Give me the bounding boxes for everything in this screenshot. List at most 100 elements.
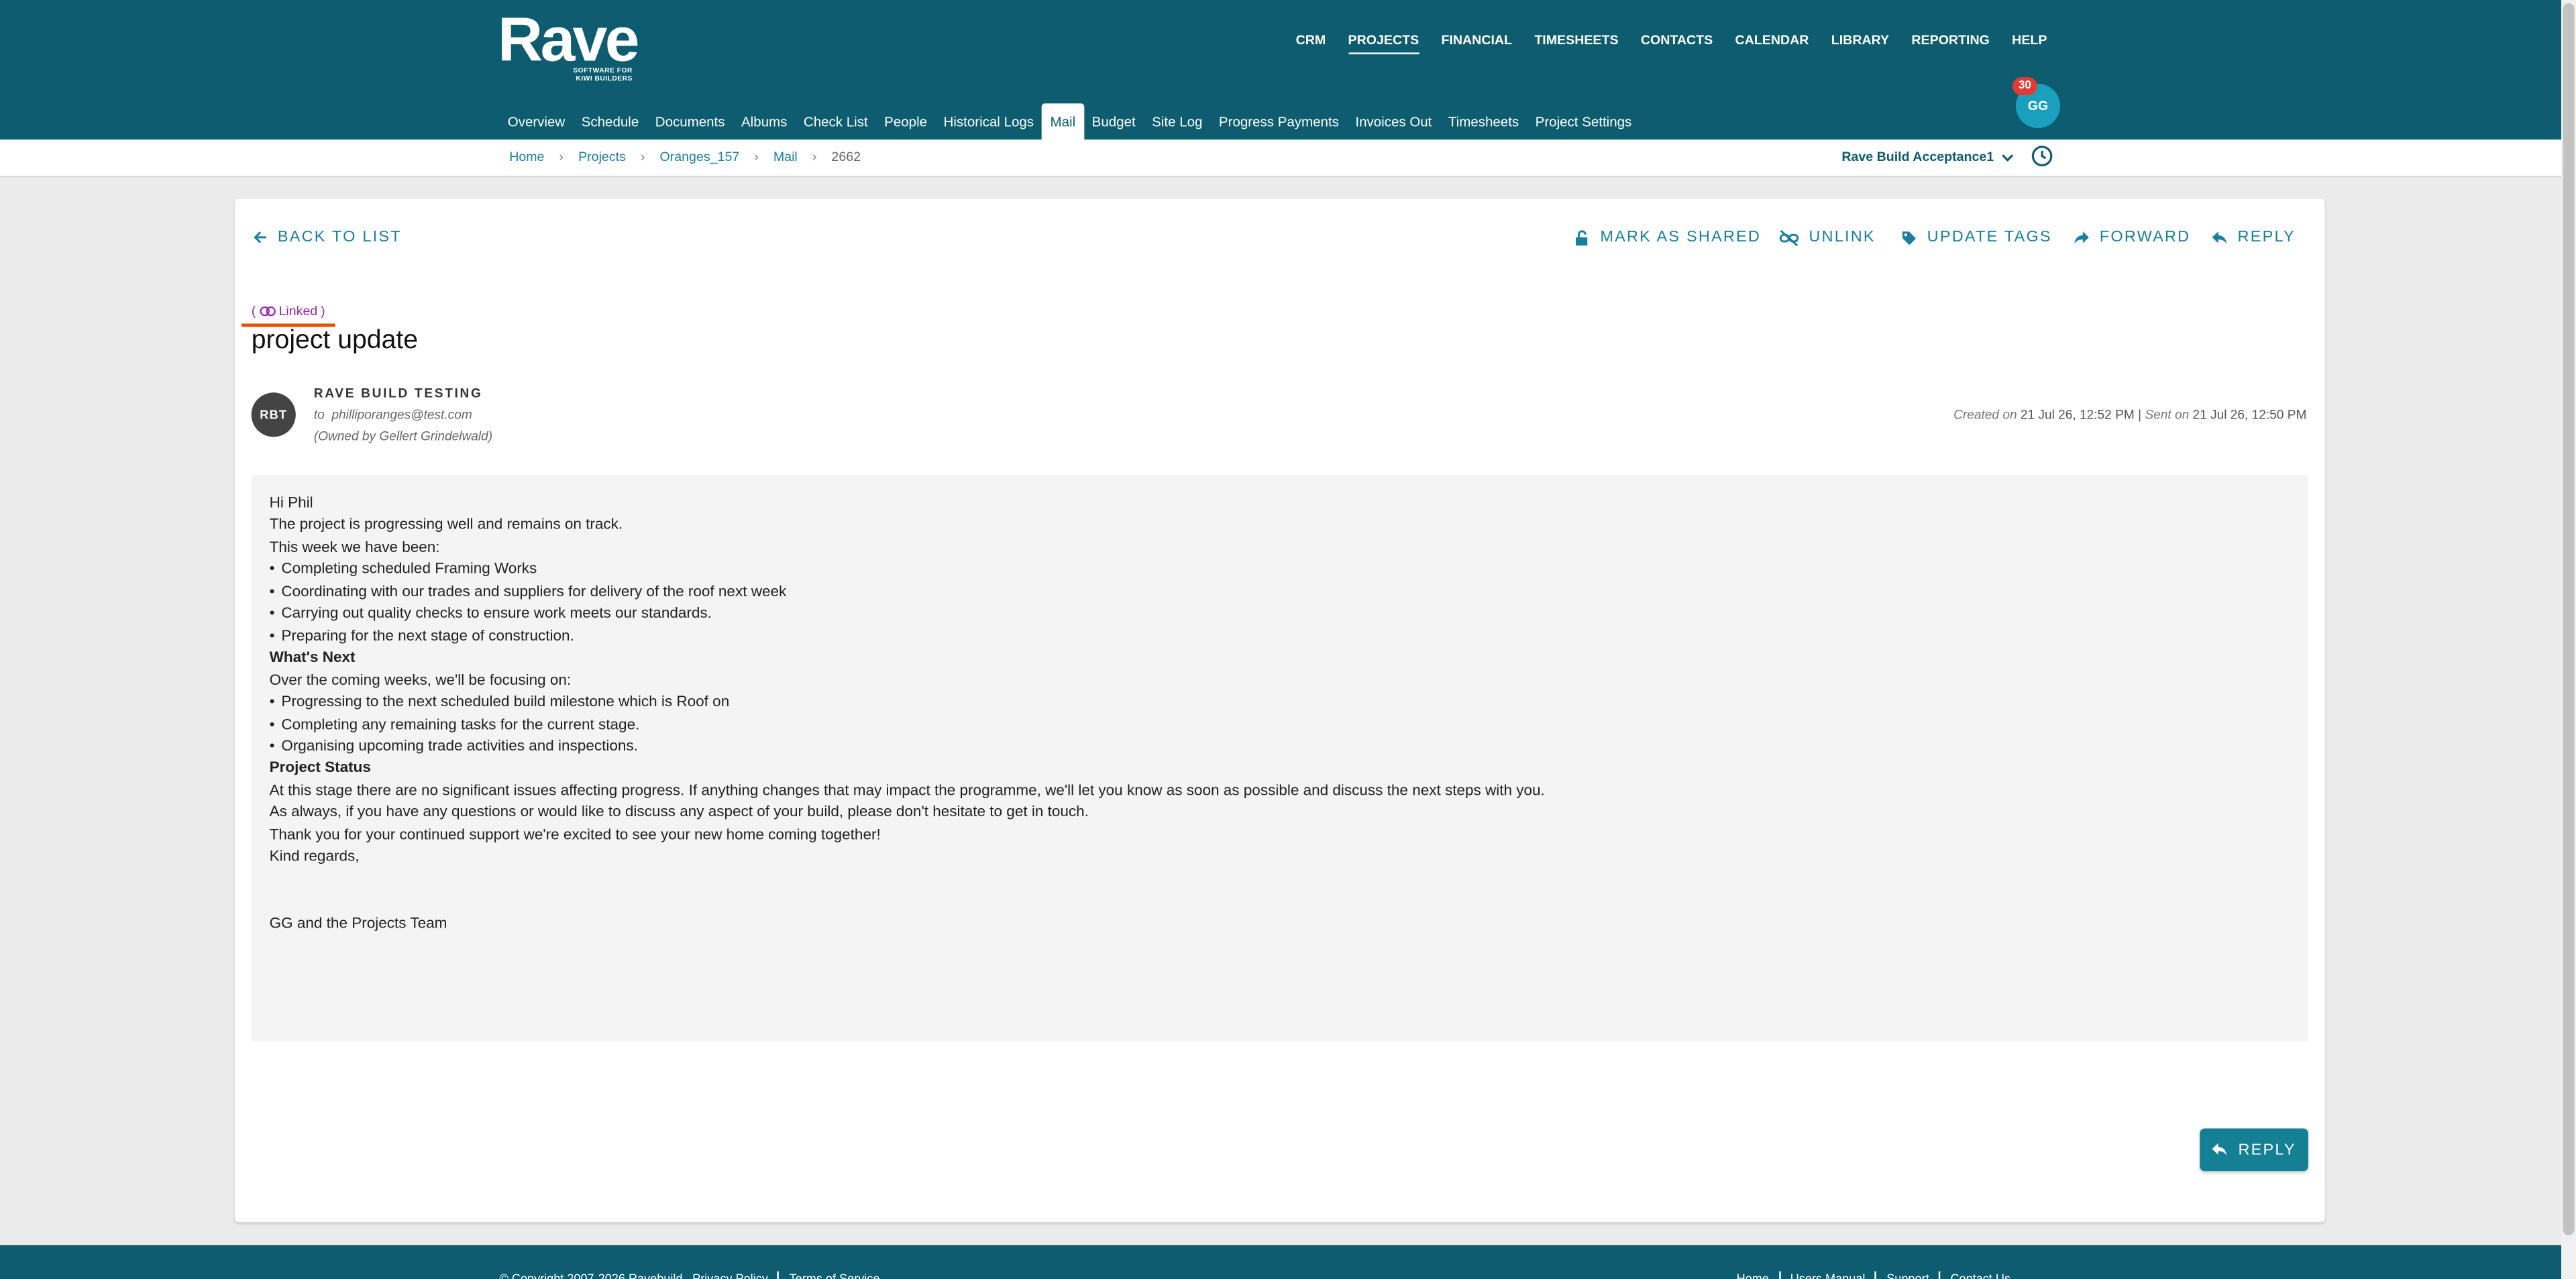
- tab-invoices-out[interactable]: Invoices Out: [1347, 103, 1440, 140]
- tab-project-settings[interactable]: Project Settings: [1527, 103, 1640, 140]
- breadcrumb-mail[interactable]: Mail: [773, 150, 798, 164]
- reply-top-button[interactable]: REPLY: [2211, 228, 2296, 246]
- email-subject: project update: [251, 327, 419, 355]
- topnav-projects[interactable]: PROJECTS: [1348, 33, 1419, 54]
- topnav-timesheets[interactable]: TIMESHEETS: [1534, 33, 1618, 54]
- rave-logo[interactable]: Rave SOFTWARE FOR KIWI BUILDERS: [498, 6, 639, 82]
- created-date: 21 Jul 26, 12:52 PM: [2020, 407, 2135, 423]
- tab-mail[interactable]: Mail: [1042, 103, 1084, 140]
- support-link[interactable]: Support: [1886, 1272, 1929, 1279]
- list-item: Coordinating with our trades and supplie…: [270, 581, 2290, 603]
- forward-icon: [2074, 231, 2089, 243]
- tab-progress-payments[interactable]: Progress Payments: [1211, 103, 1347, 140]
- copyright-text: © Copyright 2007-2026 Ravebuild: [499, 1271, 683, 1279]
- list-item: Progressing to the next scheduled build …: [270, 691, 2290, 714]
- tab-schedule[interactable]: Schedule: [573, 103, 647, 140]
- list-item: Preparing for the next stage of construc…: [270, 625, 2290, 647]
- tab-site-log[interactable]: Site Log: [1144, 103, 1211, 140]
- forward-button[interactable]: FORWARD: [2074, 228, 2191, 246]
- reply-button-label: REPLY: [2238, 1140, 2296, 1159]
- tab-overview[interactable]: Overview: [499, 103, 573, 140]
- breadcrumb-current: 2662: [831, 149, 861, 164]
- topnav-help[interactable]: HELP: [2012, 33, 2047, 54]
- sender-avatar: RBT: [251, 392, 296, 437]
- chevron-down-icon: [2001, 154, 2013, 161]
- topnav-library[interactable]: LIBRARY: [1831, 33, 1889, 54]
- top-navigation: CRM PROJECTS FINANCIAL TIMESHEETS CONTAC…: [1273, 33, 2047, 54]
- mark-as-shared-label: MARK AS SHARED: [1600, 228, 1762, 247]
- reply-button[interactable]: REPLY: [2200, 1128, 2308, 1172]
- footer-home-link[interactable]: Home: [1737, 1272, 1769, 1279]
- notification-badge: 30: [2012, 77, 2037, 96]
- linked-indicator: ( Linked ): [251, 304, 325, 319]
- project-subnav: Overview Schedule Documents Albums Check…: [499, 103, 1640, 140]
- logo-wordmark: Rave: [498, 6, 639, 76]
- list-item: Completing any remaining tasks for the c…: [270, 714, 2290, 736]
- reply-top-label: REPLY: [2237, 228, 2296, 247]
- user-initials: GG: [2027, 98, 2049, 113]
- breadcrumb-projects[interactable]: Projects: [578, 150, 626, 164]
- user-avatar[interactable]: GG 30: [2012, 77, 2061, 129]
- app-header: Rave SOFTWARE FOR KIWI BUILDERS CRM PROJ…: [0, 0, 2561, 140]
- sent-date: 21 Jul 26, 12:50 PM: [2192, 407, 2307, 423]
- unlock-icon: [1576, 229, 1588, 245]
- tab-timesheets[interactable]: Timesheets: [1440, 103, 1527, 140]
- topnav-crm[interactable]: CRM: [1296, 33, 1326, 54]
- logo-tagline: SOFTWARE FOR KIWI BUILDERS: [573, 65, 633, 82]
- tab-historical-logs[interactable]: Historical Logs: [935, 103, 1042, 140]
- tab-albums[interactable]: Albums: [733, 103, 796, 140]
- contact-us-link[interactable]: Contact Us: [1950, 1272, 2010, 1279]
- chevron-right-icon: ›: [812, 149, 817, 164]
- list-item: Organising upcoming trade activities and…: [270, 736, 2290, 758]
- owner-line: (Owned by Gellert Grindelwald): [313, 429, 493, 444]
- chevron-right-icon: ›: [559, 149, 564, 164]
- forward-label: FORWARD: [2099, 228, 2191, 247]
- reply-icon: [2212, 231, 2227, 243]
- breadcrumb-home[interactable]: Home: [509, 150, 544, 164]
- unlink-label: UNLINK: [1809, 228, 1876, 247]
- topnav-financial[interactable]: FINANCIAL: [1441, 33, 1512, 54]
- mark-as-shared-button[interactable]: MARK AS SHARED: [1574, 228, 1761, 246]
- tab-check-list[interactable]: Check List: [796, 103, 876, 140]
- list-item: Completing scheduled Framing Works: [270, 559, 2290, 581]
- recipient-address: philliporanges@test.com: [331, 407, 472, 423]
- tab-documents[interactable]: Documents: [647, 103, 733, 140]
- email-signature: GG and the Projects Team: [269, 914, 447, 931]
- section-heading: Project Status: [269, 759, 371, 776]
- breadcrumb: Home › Projects › Oranges_157 › Mail › 2…: [509, 150, 861, 164]
- topnav-reporting[interactable]: REPORTING: [1911, 33, 1989, 54]
- link-off-icon: [1779, 229, 1799, 245]
- topnav-calendar[interactable]: CALENDAR: [1735, 33, 1809, 54]
- linked-label: Linked: [278, 304, 318, 319]
- scrollbar-thumb[interactable]: [2563, 3, 2575, 1235]
- back-to-list-button[interactable]: BACK TO LIST: [253, 228, 402, 246]
- linked-underline: [241, 323, 335, 327]
- link-icon: [259, 306, 276, 317]
- history-clock-icon[interactable]: [2031, 145, 2053, 168]
- terms-link[interactable]: Terms of Service: [790, 1272, 880, 1279]
- email-dates: Created on 21 Jul 26, 12:52 PM | Sent on…: [1953, 407, 2307, 423]
- topnav-contacts[interactable]: CONTACTS: [1641, 33, 1713, 54]
- update-tags-button[interactable]: UPDATE TAGS: [1900, 228, 2051, 246]
- page-scrollbar[interactable]: [2561, 0, 2576, 1279]
- mail-detail-card: BACK TO LIST MARK AS SHARED UNLINK UPDAT…: [235, 199, 2325, 1223]
- update-tags-label: UPDATE TAGS: [1927, 228, 2052, 247]
- section-heading: What's Next: [269, 649, 356, 666]
- account-select[interactable]: Rave Build Acceptance1: [1841, 150, 2013, 164]
- tab-budget[interactable]: Budget: [1083, 103, 1144, 140]
- list-item: Carrying out quality checks to ensure wo…: [270, 603, 2290, 625]
- breadcrumb-bar: Home › Projects › Oranges_157 › Mail › 2…: [0, 140, 2561, 178]
- account-select-value: Rave Build Acceptance1: [1841, 149, 1994, 164]
- breadcrumb-project[interactable]: Oranges_157: [660, 150, 740, 164]
- sender-name: RAVE BUILD TESTING: [313, 386, 483, 401]
- email-body: Hi Phil The project is progressing well …: [251, 474, 2308, 1042]
- chevron-right-icon: ›: [754, 149, 759, 164]
- tab-people[interactable]: People: [876, 103, 935, 140]
- arrow-left-icon: [254, 231, 266, 243]
- reply-icon: [2212, 1143, 2228, 1156]
- tag-icon: [1902, 231, 1917, 245]
- recipient-line: to philliporanges@test.com: [313, 407, 472, 423]
- privacy-policy-link[interactable]: Privacy Policy: [692, 1272, 768, 1279]
- users-manual-link[interactable]: Users Manual: [1790, 1272, 1866, 1279]
- unlink-button[interactable]: UNLINK: [1779, 228, 1875, 246]
